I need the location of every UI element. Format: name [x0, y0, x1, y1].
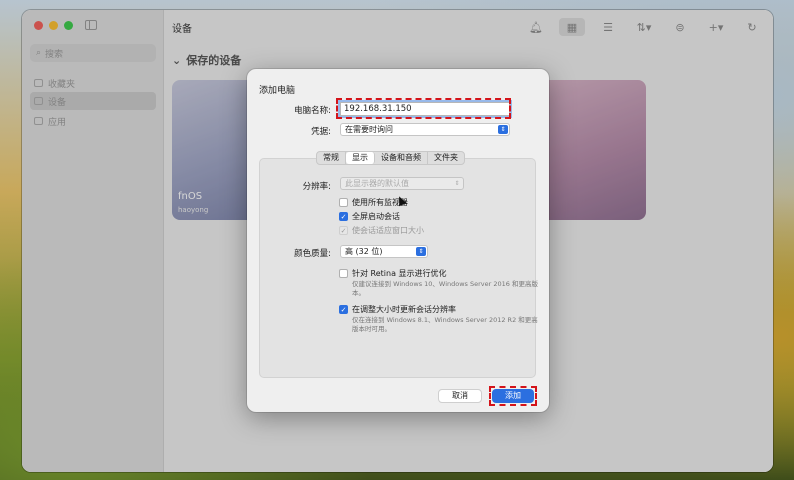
retina-option[interactable]: 针对 Retina 显示进行优化	[339, 268, 447, 279]
tab-display[interactable]: 显示	[346, 152, 375, 164]
color-quality-label: 颜色质量:	[294, 249, 331, 259]
highlight-pc-name	[336, 98, 511, 119]
use-all-monitors-checkbox[interactable]	[339, 198, 348, 207]
tab-bar: 常规 显示 设备和音频 文件夹	[316, 151, 465, 165]
resolution-label: 分辨率:	[302, 182, 331, 192]
checkbox-label: 使会话适应窗口大小	[352, 226, 424, 235]
tab-folders[interactable]: 文件夹	[428, 152, 464, 164]
credentials-label: 凭据:	[311, 127, 331, 137]
checkbox-label: 全屏启动会话	[352, 212, 400, 221]
update-resolution-checkbox[interactable]: ✓	[339, 305, 348, 314]
fit-window-option: ✓ 使会话适应窗口大小	[339, 225, 424, 236]
fullscreen-option[interactable]: ✓ 全屏启动会话	[339, 211, 400, 222]
pc-name-label: 电脑名称:	[294, 106, 331, 116]
dialog-title: 添加电脑	[259, 86, 296, 96]
updown-arrows-icon: ⇕	[498, 125, 508, 134]
checkbox-label: 针对 Retina 显示进行优化	[352, 269, 447, 278]
color-quality-select[interactable]: 高 (32 位) ⇕	[340, 245, 428, 258]
color-quality-value: 高 (32 位)	[345, 247, 383, 256]
updown-arrows-icon: ⇕	[454, 180, 460, 187]
resolution-select[interactable]: 此显示器的默认值 ⇕	[340, 177, 464, 190]
fit-window-checkbox: ✓	[339, 226, 348, 235]
resolution-value: 此显示器的默认值	[345, 179, 409, 188]
cancel-button[interactable]: 取消	[438, 389, 482, 403]
credentials-value: 在需要时询问	[345, 125, 393, 134]
updown-arrows-icon: ⇕	[416, 247, 426, 256]
tab-devices-audio[interactable]: 设备和音频	[375, 152, 428, 164]
add-pc-dialog: 添加电脑 电脑名称: 192.168.31.150 凭据: 在需要时询问 ⇕ 常…	[247, 69, 549, 412]
fullscreen-checkbox[interactable]: ✓	[339, 212, 348, 221]
update-resolution-note: 仅在连接到 Windows 8.1、Windows Server 2012 R2…	[352, 316, 538, 333]
tab-general[interactable]: 常规	[317, 152, 346, 164]
credentials-select[interactable]: 在需要时询问 ⇕	[340, 123, 510, 136]
retina-note: 仅建议连接到 Windows 10、Windows Server 2016 和更…	[352, 280, 538, 297]
checkbox-label: 在调整大小时更新会话分辨率	[352, 305, 456, 314]
highlight-add-button	[489, 386, 537, 406]
update-resolution-option[interactable]: ✓ 在调整大小时更新会话分辨率	[339, 304, 456, 315]
retina-checkbox[interactable]	[339, 269, 348, 278]
